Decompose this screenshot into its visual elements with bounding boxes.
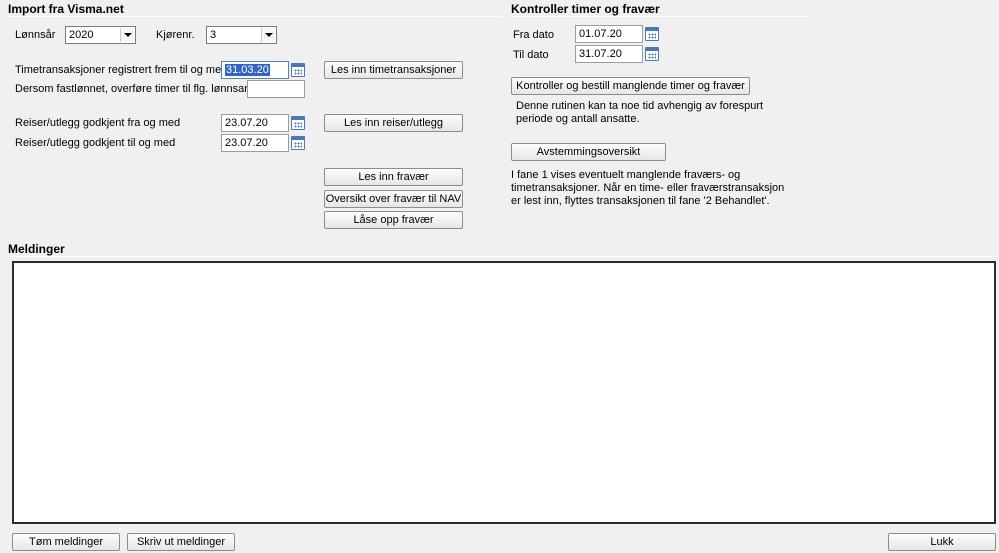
timetrans-date-value: 31.03.20 [225, 64, 270, 76]
kjorenr-select[interactable]: 3 [206, 26, 277, 44]
calendar-icon[interactable] [291, 116, 305, 130]
import-section-title: Import fra Visma.net [8, 2, 124, 16]
lonnsar-label: Lønnsår [15, 29, 56, 41]
import-section-divider [8, 16, 502, 17]
calendar-icon[interactable] [645, 47, 659, 61]
avstemmingsoversikt-button[interactable]: Avstemmingsoversikt [511, 143, 666, 161]
reiser-til-date-input[interactable]: 23.07.20 [221, 134, 289, 152]
chevron-down-icon[interactable] [261, 28, 275, 42]
timetrans-date-input[interactable]: 31.03.20 [221, 61, 289, 79]
til-dato-input[interactable]: 31.07.20 [575, 45, 643, 63]
timetrans-label: Timetransaksjoner registrert frem til og… [15, 64, 228, 76]
laase-opp-fravaer-button[interactable]: Låse opp fravær [324, 211, 463, 229]
fane-description-line: er lest inn, flyttes transaksjonen til f… [511, 195, 770, 207]
kontroller-description-line: periode og antall ansatte. [516, 113, 640, 125]
kjorenr-label: Kjørenr. [156, 29, 195, 41]
les-inn-fravaer-button[interactable]: Les inn fravær [324, 168, 463, 186]
lonnsar-value: 2020 [69, 29, 94, 41]
kontroller-description: Denne rutinen kan ta noe tid avhengig av… [516, 100, 763, 126]
reiser-fra-date-field[interactable]: 23.07.20 [221, 114, 307, 132]
fane-description-line: timetransaksjoner. Når en time- eller fr… [511, 182, 785, 194]
control-section-divider [511, 16, 809, 17]
calendar-icon[interactable] [645, 27, 659, 41]
reiser-til-date-field[interactable]: 23.07.20 [221, 134, 307, 152]
calendar-icon[interactable] [291, 136, 305, 150]
tom-meldinger-button[interactable]: Tøm meldinger [12, 533, 120, 551]
reiser-fra-label: Reiser/utlegg godkjent fra og med [15, 117, 181, 129]
til-dato-label: Til dato [513, 49, 549, 61]
les-inn-reiser-button[interactable]: Les inn reiser/utlegg [324, 114, 463, 132]
kontroller-bestill-button[interactable]: Kontroller og bestill manglende timer og… [511, 77, 750, 95]
til-dato-field[interactable]: 31.07.20 [575, 45, 661, 63]
kontroller-description-line: Denne rutinen kan ta noe tid avhengig av… [516, 100, 764, 112]
fra-dato-input[interactable]: 01.07.20 [575, 25, 643, 43]
lonnsar-select[interactable]: 2020 [65, 26, 136, 44]
chevron-down-icon[interactable] [120, 28, 134, 42]
les-inn-timetransaksjoner-button[interactable]: Les inn timetransaksjoner [324, 61, 463, 79]
lukk-button[interactable]: Lukk [888, 533, 996, 551]
control-section-title: Kontroller timer og fravær [511, 2, 660, 16]
skriv-ut-meldinger-button[interactable]: Skriv ut meldinger [127, 533, 235, 551]
fane-description: I fane 1 vises eventuelt manglende fravæ… [511, 169, 784, 208]
reiser-til-label: Reiser/utlegg godkjent til og med [15, 137, 176, 149]
fane-description-line: I fane 1 vises eventuelt manglende fravæ… [511, 169, 741, 181]
calendar-icon[interactable] [291, 63, 305, 77]
oversikt-fravaer-nav-button[interactable]: Oversikt over fravær til NAV [324, 190, 463, 208]
reiser-fra-date-input[interactable]: 23.07.20 [221, 114, 289, 132]
messages-divider [8, 256, 998, 257]
messages-textarea[interactable] [12, 261, 996, 524]
messages-title: Meldinger [8, 242, 65, 256]
fra-dato-label: Fra dato [513, 29, 554, 41]
fastlonnet-label: Dersom fastlønnet, overføre timer til fl… [15, 83, 251, 95]
kjorenr-value: 3 [210, 29, 217, 41]
timetrans-date-field[interactable]: 31.03.20 [221, 61, 307, 79]
fra-dato-field[interactable]: 01.07.20 [575, 25, 661, 43]
fastlonnet-input[interactable] [247, 80, 305, 98]
